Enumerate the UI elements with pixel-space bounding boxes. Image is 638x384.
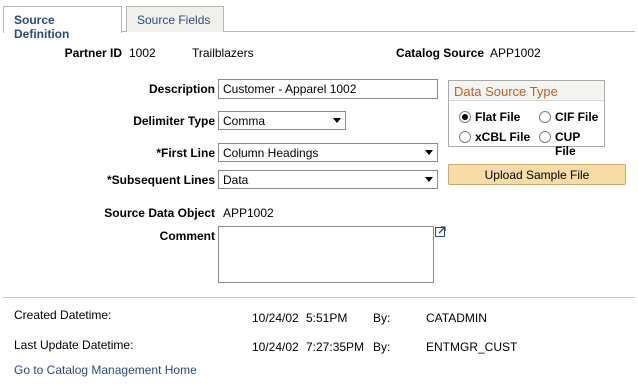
last-update-datetime-label: Last Update Datetime:: [14, 338, 134, 352]
updated-date: 10/24/02: [252, 340, 299, 354]
description-label: Description: [148, 82, 215, 96]
cif-file-label: CIF File: [555, 110, 599, 124]
description-input[interactable]: Customer - Apparel 1002: [218, 79, 438, 99]
catalog-source-value: APP1002: [490, 46, 541, 60]
first-line-value: Column Headings: [223, 146, 319, 160]
flat-file-radio[interactable]: [459, 111, 471, 123]
cup-file-radio[interactable]: [539, 131, 551, 143]
created-by-value: CATADMIN: [426, 311, 487, 325]
partner-id-value: 1002: [129, 46, 156, 60]
comment-textarea[interactable]: [218, 226, 434, 283]
first-line-label: *First Line: [156, 146, 215, 160]
subsequent-lines-select[interactable]: Data: [218, 170, 438, 189]
chevron-down-icon: [425, 177, 433, 182]
comment-label: Comment: [159, 229, 215, 243]
subsequent-lines-label: *Subsequent Lines: [106, 173, 215, 187]
delimiter-type-value: Comma: [223, 114, 266, 128]
created-date: 10/24/02: [252, 311, 299, 325]
subsequent-lines-value: Data: [223, 173, 249, 187]
first-line-select[interactable]: Column Headings: [218, 143, 438, 162]
cif-file-radio[interactable]: [539, 111, 551, 123]
chevron-down-icon: [425, 150, 433, 155]
expand-icon[interactable]: [435, 226, 447, 237]
created-by-label: By:: [373, 311, 391, 325]
cup-file-label: CUP File: [555, 130, 581, 158]
created-datetime-label: Created Datetime:: [14, 308, 112, 322]
upload-sample-file-button[interactable]: Upload Sample File: [448, 164, 626, 185]
delimiter-type-label: Delimiter Type: [133, 114, 215, 128]
tab-source-fields[interactable]: Source Fields: [126, 6, 224, 32]
xcbl-file-radio[interactable]: [459, 131, 471, 143]
updated-time: 7:27:35PM: [306, 340, 365, 354]
created-time: 5:51PM: [306, 311, 348, 325]
xcbl-file-label: xCBL File: [475, 130, 531, 144]
source-data-object-value: APP1002: [223, 206, 274, 220]
catalog-management-home-link[interactable]: Go to Catalog Management Home: [14, 363, 197, 377]
tab-label: Source Fields: [137, 13, 211, 27]
partner-id-label: Partner ID: [64, 46, 122, 60]
divider: [3, 297, 635, 298]
partner-name: Trailblazers: [192, 46, 254, 60]
delimiter-type-select[interactable]: Comma: [218, 111, 346, 130]
tab-bar: Source Definition Source Fields: [3, 6, 635, 41]
catalog-source-label: Catalog Source: [395, 46, 484, 60]
source-data-object-label: Source Data Object: [104, 206, 215, 220]
chevron-down-icon: [333, 118, 341, 123]
updated-by-label: By:: [373, 340, 391, 354]
flat-file-label: Flat File: [475, 110, 521, 124]
data-source-type-title: Data Source Type: [449, 81, 604, 101]
data-source-type-group: Data Source Type Flat File CIF File xCBL…: [448, 80, 605, 158]
tab-source-definition[interactable]: Source Definition: [3, 6, 122, 41]
tab-label: Source Definition: [14, 13, 70, 41]
updated-by-value: ENTMGR_CUST: [426, 340, 518, 354]
